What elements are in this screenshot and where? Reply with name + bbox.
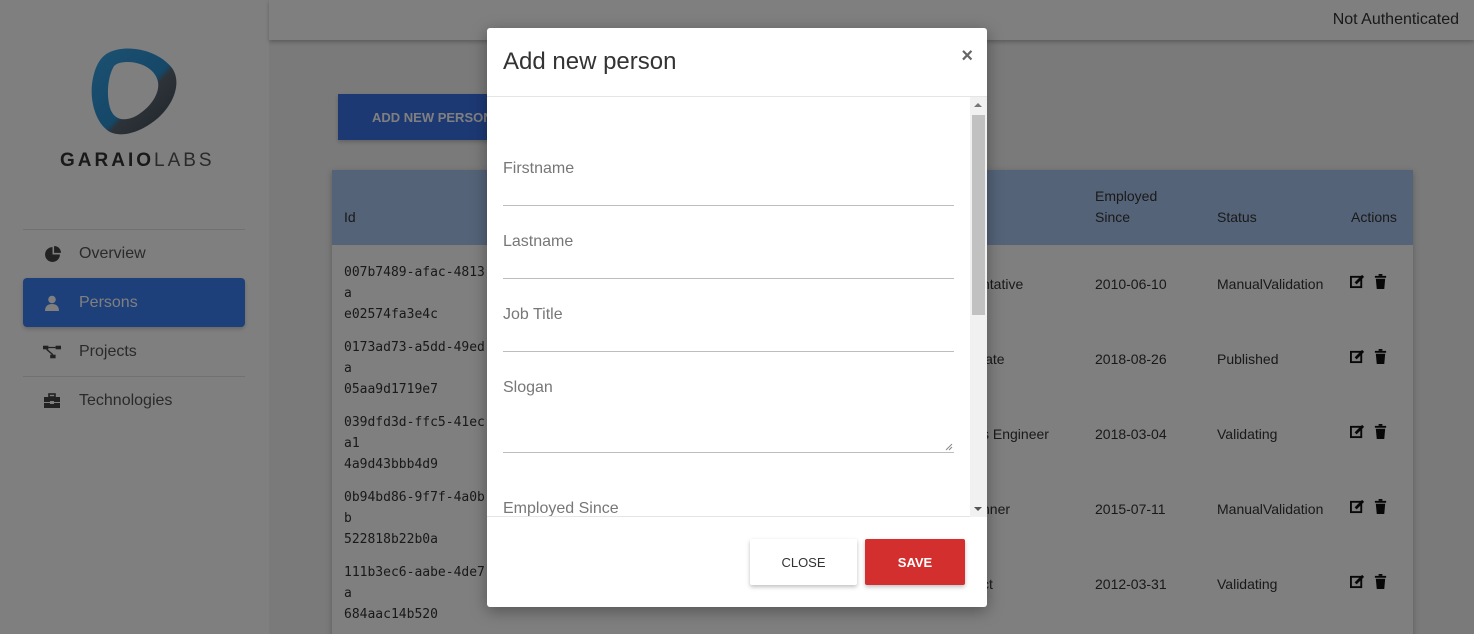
lastname-label: Lastname <box>503 233 574 250</box>
slogan-textarea[interactable]: Slogan <box>503 354 954 453</box>
dialog-body: Firstname Lastname Job Title Slogan Empl… <box>487 97 987 517</box>
dialog-scrollbar[interactable] <box>970 97 987 517</box>
scroll-down-arrow-icon[interactable] <box>974 507 982 511</box>
firstname-field[interactable]: Firstname <box>503 135 954 206</box>
firstname-label: Firstname <box>503 160 575 177</box>
job-title-field[interactable]: Job Title <box>503 281 954 352</box>
close-button[interactable]: CLOSE <box>750 539 857 585</box>
job-title-label: Job Title <box>503 306 563 323</box>
save-button[interactable]: SAVE <box>865 539 965 585</box>
lastname-field[interactable]: Lastname <box>503 208 954 279</box>
employed-since-label: Employed Since <box>503 500 619 517</box>
dialog-header: Add new person × <box>487 28 987 97</box>
close-icon[interactable]: × <box>961 45 973 68</box>
add-person-dialog: Add new person × Firstname Lastname Job … <box>487 28 987 607</box>
employed-since-field[interactable]: Employed Since <box>503 455 954 517</box>
dialog-title: Add new person <box>503 48 677 75</box>
scroll-up-arrow-icon[interactable] <box>974 103 982 107</box>
slogan-label: Slogan <box>503 379 553 396</box>
resize-handle-icon[interactable] <box>945 443 953 451</box>
scrollbar-thumb[interactable] <box>972 115 985 315</box>
